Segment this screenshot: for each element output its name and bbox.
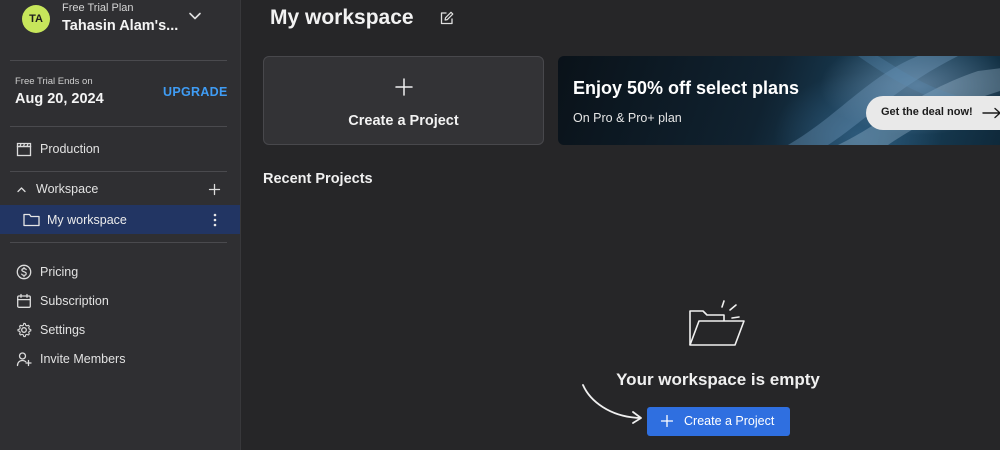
sidebar-item-settings[interactable]: Settings [0, 316, 240, 344]
avatar: TA [22, 5, 50, 33]
create-project-button-label: Create a Project [684, 414, 775, 428]
create-project-card[interactable]: Create a Project [263, 56, 544, 145]
account-info: Free Trial Plan Tahasin Alam's... [62, 1, 178, 35]
folder-icon [23, 213, 40, 227]
sidebar: TA Free Trial Plan Tahasin Alam's... Fre… [0, 0, 241, 450]
trial-label: Free Trial Ends on [15, 76, 93, 87]
dollar-circle-icon [16, 264, 32, 280]
promo-banner: Enjoy 50% off select plans On Pro & Pro+… [558, 56, 1000, 145]
chevron-down-icon[interactable] [188, 9, 202, 23]
add-workspace-icon[interactable] [208, 183, 221, 196]
plus-icon [395, 78, 413, 96]
get-deal-button-label: Get the deal now! [881, 106, 973, 118]
divider [10, 60, 227, 61]
get-deal-button[interactable]: Get the deal now! [866, 96, 1000, 130]
promo-title: Enjoy 50% off select plans [573, 78, 800, 98]
recent-projects-title: Recent Projects [263, 171, 373, 187]
calendar-icon [17, 293, 31, 308]
gear-icon [17, 322, 32, 338]
curved-arrow-icon [582, 384, 642, 424]
chevron-up-icon [17, 186, 26, 192]
more-options-icon[interactable] [213, 213, 217, 227]
divider [10, 242, 227, 243]
sidebar-item-invite-members[interactable]: Invite Members [0, 345, 240, 373]
arrow-right-icon [982, 107, 1000, 119]
page-title: My workspace [270, 6, 414, 29]
divider [10, 126, 227, 127]
account-switcher[interactable]: TA Free Trial Plan Tahasin Alam's... [14, 0, 224, 46]
upgrade-link[interactable]: UPGRADE [163, 85, 228, 99]
sidebar-item-label: Subscription [40, 294, 109, 308]
sidebar-item-label: Settings [40, 323, 86, 337]
trial-end-date: Aug 20, 2024 [15, 91, 104, 107]
create-project-card-label: Create a Project [348, 113, 459, 129]
sidebar-item-label: My workspace [47, 212, 127, 227]
sidebar-item-label: Production [40, 142, 100, 156]
workspace-section-label: Workspace [36, 182, 99, 196]
sidebar-item-subscription[interactable]: Subscription [0, 287, 240, 315]
promo-subtitle: On Pro & Pro+ plan [573, 111, 682, 125]
sidebar-item-my-workspace[interactable]: My workspace [0, 205, 240, 234]
user-plus-icon [16, 352, 32, 367]
sidebar-item-label: Pricing [40, 265, 79, 279]
account-name: Tahasin Alam's... [62, 18, 179, 34]
divider [10, 171, 227, 172]
clapperboard-icon [16, 142, 32, 157]
workspace-section-toggle[interactable]: Workspace [0, 175, 240, 203]
sidebar-item-production[interactable]: Production [0, 135, 240, 163]
plan-name: Free Trial Plan [62, 2, 134, 14]
sidebar-item-label: Invite Members [40, 352, 126, 366]
sidebar-item-pricing[interactable]: Pricing [0, 258, 240, 286]
plus-icon [661, 415, 673, 427]
empty-folder-icon [689, 300, 745, 346]
edit-icon[interactable] [440, 11, 454, 25]
create-project-button[interactable]: Create a Project [647, 407, 790, 436]
